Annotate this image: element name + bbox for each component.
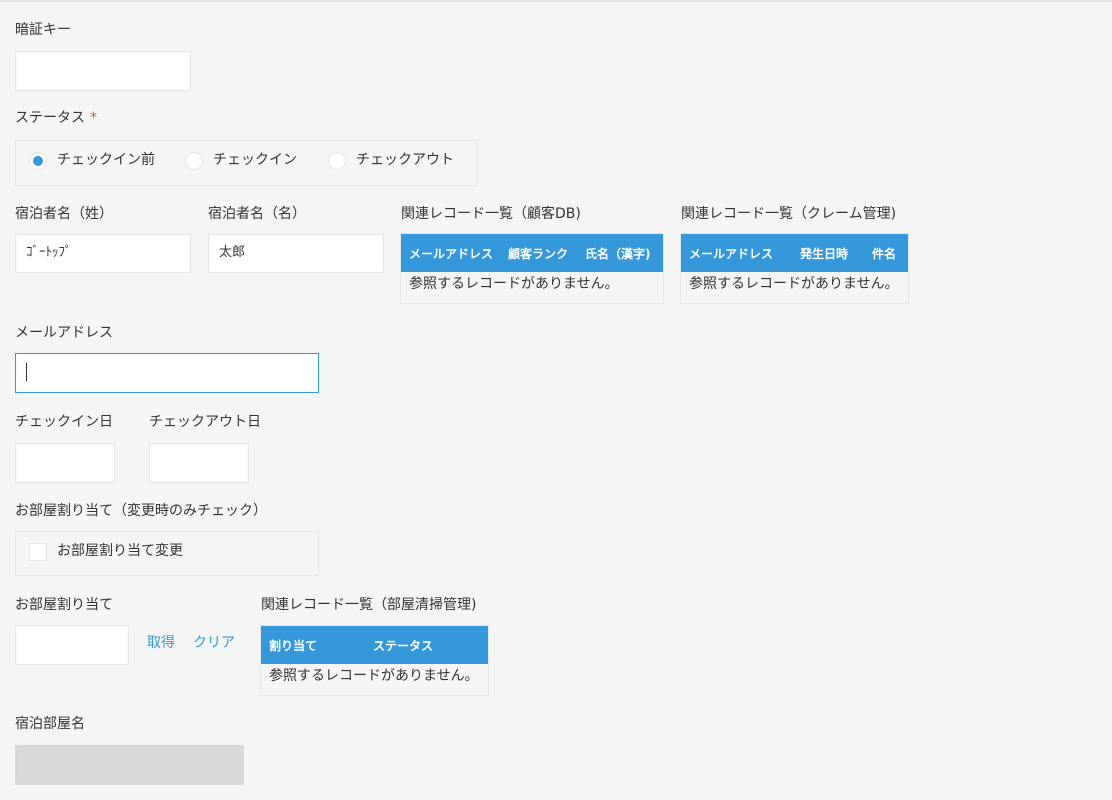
status-radio-before-checkin[interactable]: [29, 152, 47, 170]
column-header: ステータス: [373, 639, 434, 653]
column-header: 割り当て: [269, 639, 318, 653]
guest-first-name-label: 宿泊者名（名）: [208, 206, 306, 222]
status-label-text: ステータス: [15, 110, 85, 126]
room-change-label: お部屋割り当て（変更時のみチェック）: [15, 503, 267, 519]
related-cleaning-header: 割り当て ステータス: [261, 626, 488, 664]
column-header: 顧客ランク: [508, 247, 569, 261]
related-claims-table: メールアドレス 発生日時 件名 参照するレコードがありません。: [680, 233, 909, 304]
room-name-label: 宿泊部屋名: [15, 716, 85, 732]
top-border: [0, 0, 1112, 2]
auth-key-input[interactable]: [15, 51, 191, 91]
fetch-link[interactable]: 取得: [147, 634, 175, 652]
column-header: 件名: [872, 247, 897, 261]
empty-message: 参照するレコードがありません。: [409, 276, 619, 292]
room-change-checkbox-label[interactable]: お部屋割り当て変更: [57, 542, 183, 560]
status-option-before-checkin[interactable]: チェックイン前: [57, 151, 155, 169]
related-claims-label: 関連レコード一覧（クレーム管理): [681, 206, 897, 222]
room-change-group: お部屋割り当て変更: [15, 531, 319, 576]
status-radio-group: チェックイン前 チェックイン チェックアウト: [15, 140, 478, 186]
column-header: 発生日時: [800, 247, 849, 261]
column-header: 氏名（漢字): [585, 247, 651, 261]
related-customers-label: 関連レコード一覧（顧客DB): [401, 206, 581, 222]
guest-first-name-input[interactable]: 太郎: [208, 234, 384, 273]
related-customers-table: メールアドレス 顧客ランク 氏名（漢字) 参照するレコードがありません。: [400, 233, 664, 304]
status-radio-checkout[interactable]: [328, 152, 346, 170]
auth-key-label: 暗証キー: [15, 22, 71, 38]
room-assign-label: お部屋割り当て: [15, 597, 113, 613]
related-cleaning-table: 割り当て ステータス 参照するレコードがありません。: [260, 625, 489, 696]
status-option-checkout[interactable]: チェックアウト: [356, 151, 454, 169]
email-input[interactable]: [15, 353, 319, 393]
related-customers-header: メールアドレス 顧客ランク 氏名（漢字): [401, 234, 663, 272]
empty-message: 参照するレコードがありません。: [689, 276, 899, 292]
related-cleaning-label: 関連レコード一覧（部屋清掃管理): [261, 597, 477, 613]
email-label: メールアドレス: [15, 325, 113, 341]
related-claims-header: メールアドレス 発生日時 件名: [681, 234, 908, 272]
column-header: メールアドレス: [409, 247, 494, 261]
checkin-date-input[interactable]: [15, 443, 115, 483]
checkin-date-label: チェックイン日: [15, 414, 113, 430]
room-change-checkbox[interactable]: [29, 543, 47, 561]
room-name-input: [15, 745, 244, 785]
column-header: メールアドレス: [689, 247, 774, 261]
text-caret: [26, 363, 27, 381]
status-radio-checkin[interactable]: [185, 152, 203, 170]
clear-link[interactable]: クリア: [193, 634, 235, 652]
checkout-date-input[interactable]: [149, 443, 249, 483]
guest-last-name-input[interactable]: ｺﾞｰﾄｯﾌﾟ: [15, 234, 191, 273]
status-option-checkin[interactable]: チェックイン: [213, 151, 297, 169]
required-mark: *: [90, 110, 97, 126]
room-assign-input[interactable]: [15, 625, 129, 665]
status-label: ステータス *: [15, 109, 97, 127]
empty-message: 参照するレコードがありません。: [269, 668, 479, 684]
guest-last-name-label: 宿泊者名（姓）: [15, 206, 113, 222]
checkout-date-label: チェックアウト日: [149, 414, 261, 430]
